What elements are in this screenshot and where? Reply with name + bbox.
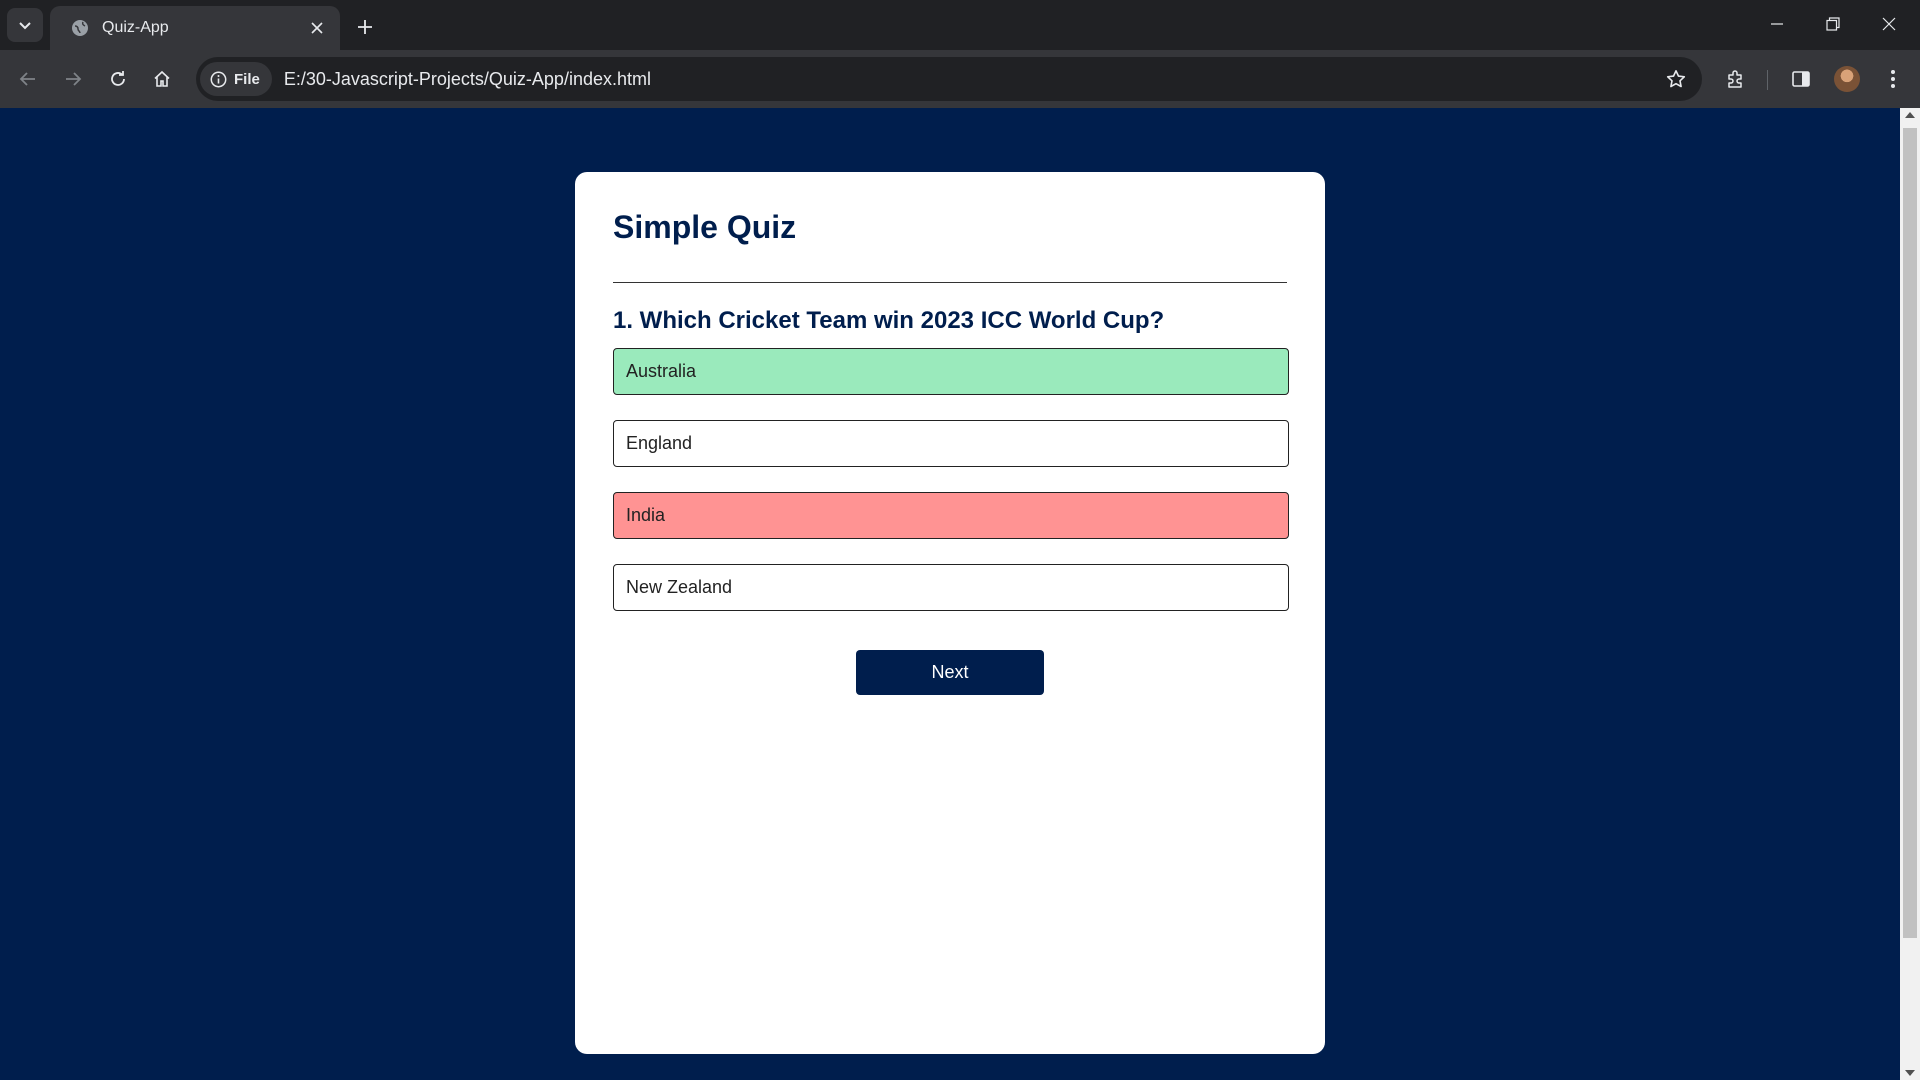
chevron-down-icon	[19, 22, 31, 30]
tab-search-button[interactable]	[7, 8, 43, 42]
more-menu-button[interactable]	[1875, 61, 1911, 97]
side-panel-icon	[1792, 71, 1810, 87]
question-text: 1. Which Cricket Team win 2023 ICC World…	[613, 307, 1165, 335]
next-button[interactable]: Next	[856, 650, 1044, 696]
quiz-app-card: Simple Quiz 1. Which Cricket Team win 20…	[575, 172, 1325, 1054]
tab-title: Quiz-App	[102, 19, 169, 36]
page-title: Simple Quiz	[613, 208, 1287, 284]
reload-button[interactable]	[100, 61, 136, 97]
forward-button[interactable]	[55, 61, 91, 97]
answer-button-australia[interactable]: Australia	[613, 348, 1289, 396]
bookmark-star-button[interactable]	[1658, 61, 1694, 97]
restore-button[interactable]	[1806, 4, 1860, 44]
tab-bar: Quiz-App	[0, 0, 1920, 50]
back-button[interactable]	[10, 61, 46, 97]
profile-button[interactable]	[1829, 61, 1865, 97]
close-icon	[311, 22, 323, 34]
tab-close-button[interactable]	[306, 17, 328, 39]
answer-buttons: Australia England India New Zealand	[613, 348, 1289, 636]
extensions-icon	[1728, 70, 1742, 88]
minimize-icon	[1771, 23, 1783, 25]
address-bar[interactable]: File E:/30-Javascript-Projects/Quiz-App/…	[196, 57, 1702, 101]
quiz-section: 1. Which Cricket Team win 2023 ICC World…	[613, 283, 1289, 696]
answer-button-new-zealand[interactable]: New Zealand	[613, 564, 1289, 612]
toolbar-separator	[1767, 70, 1768, 90]
reload-icon	[111, 71, 125, 86]
window-close-icon	[1882, 17, 1896, 31]
plus-icon	[358, 20, 372, 34]
browser-toolbar: File E:/30-Javascript-Projects/Quiz-App/…	[0, 50, 1920, 108]
restore-icon	[1826, 17, 1840, 31]
minimize-button[interactable]	[1750, 4, 1804, 44]
answer-button-india[interactable]: India	[613, 492, 1289, 540]
extensions-button[interactable]	[1718, 61, 1754, 97]
site-info-label: File	[234, 70, 260, 88]
info-icon	[210, 71, 227, 87]
scroll-thumb[interactable]	[1903, 128, 1917, 938]
site-info-chip[interactable]: File	[200, 62, 272, 96]
globe-icon	[70, 18, 90, 38]
url-text[interactable]: E:/30-Javascript-Projects/Quiz-App/index…	[284, 69, 1658, 90]
vertical-scrollbar[interactable]	[1900, 108, 1920, 1080]
scroll-up-arrow[interactable]	[1905, 112, 1915, 118]
page-viewport: Simple Quiz 1. Which Cricket Team win 20…	[0, 108, 1900, 1080]
side-panel-button[interactable]	[1783, 61, 1819, 97]
active-tab[interactable]: Quiz-App	[50, 6, 340, 50]
home-icon	[154, 70, 170, 87]
scroll-down-arrow[interactable]	[1905, 1070, 1915, 1076]
answer-button-england[interactable]: England	[613, 420, 1289, 468]
back-arrow-icon	[19, 72, 35, 86]
new-tab-button[interactable]	[350, 12, 380, 42]
forward-arrow-icon	[66, 72, 82, 86]
profile-avatar	[1834, 66, 1860, 92]
window-close-button[interactable]	[1862, 4, 1916, 44]
more-vert-icon	[1891, 70, 1895, 88]
star-icon	[1666, 70, 1686, 88]
home-button[interactable]	[144, 61, 180, 97]
